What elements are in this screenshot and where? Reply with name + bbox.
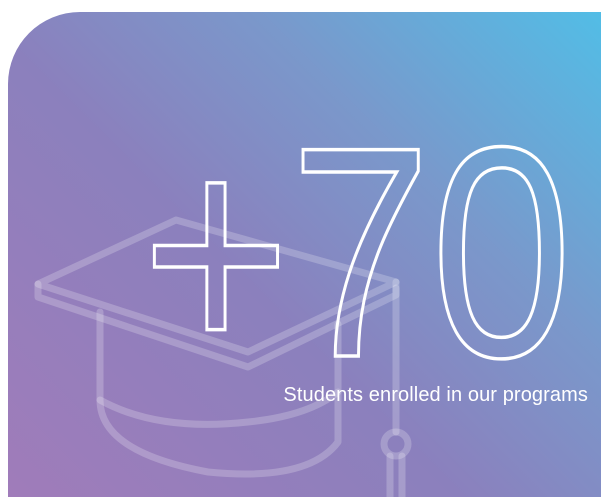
- stat-card: +70 Students enrolled in our programs: [8, 12, 601, 497]
- svg-text:+70: +70: [142, 106, 572, 386]
- stat-label: Students enrolled in our programs: [283, 384, 588, 406]
- stat-number: +70: [142, 106, 574, 386]
